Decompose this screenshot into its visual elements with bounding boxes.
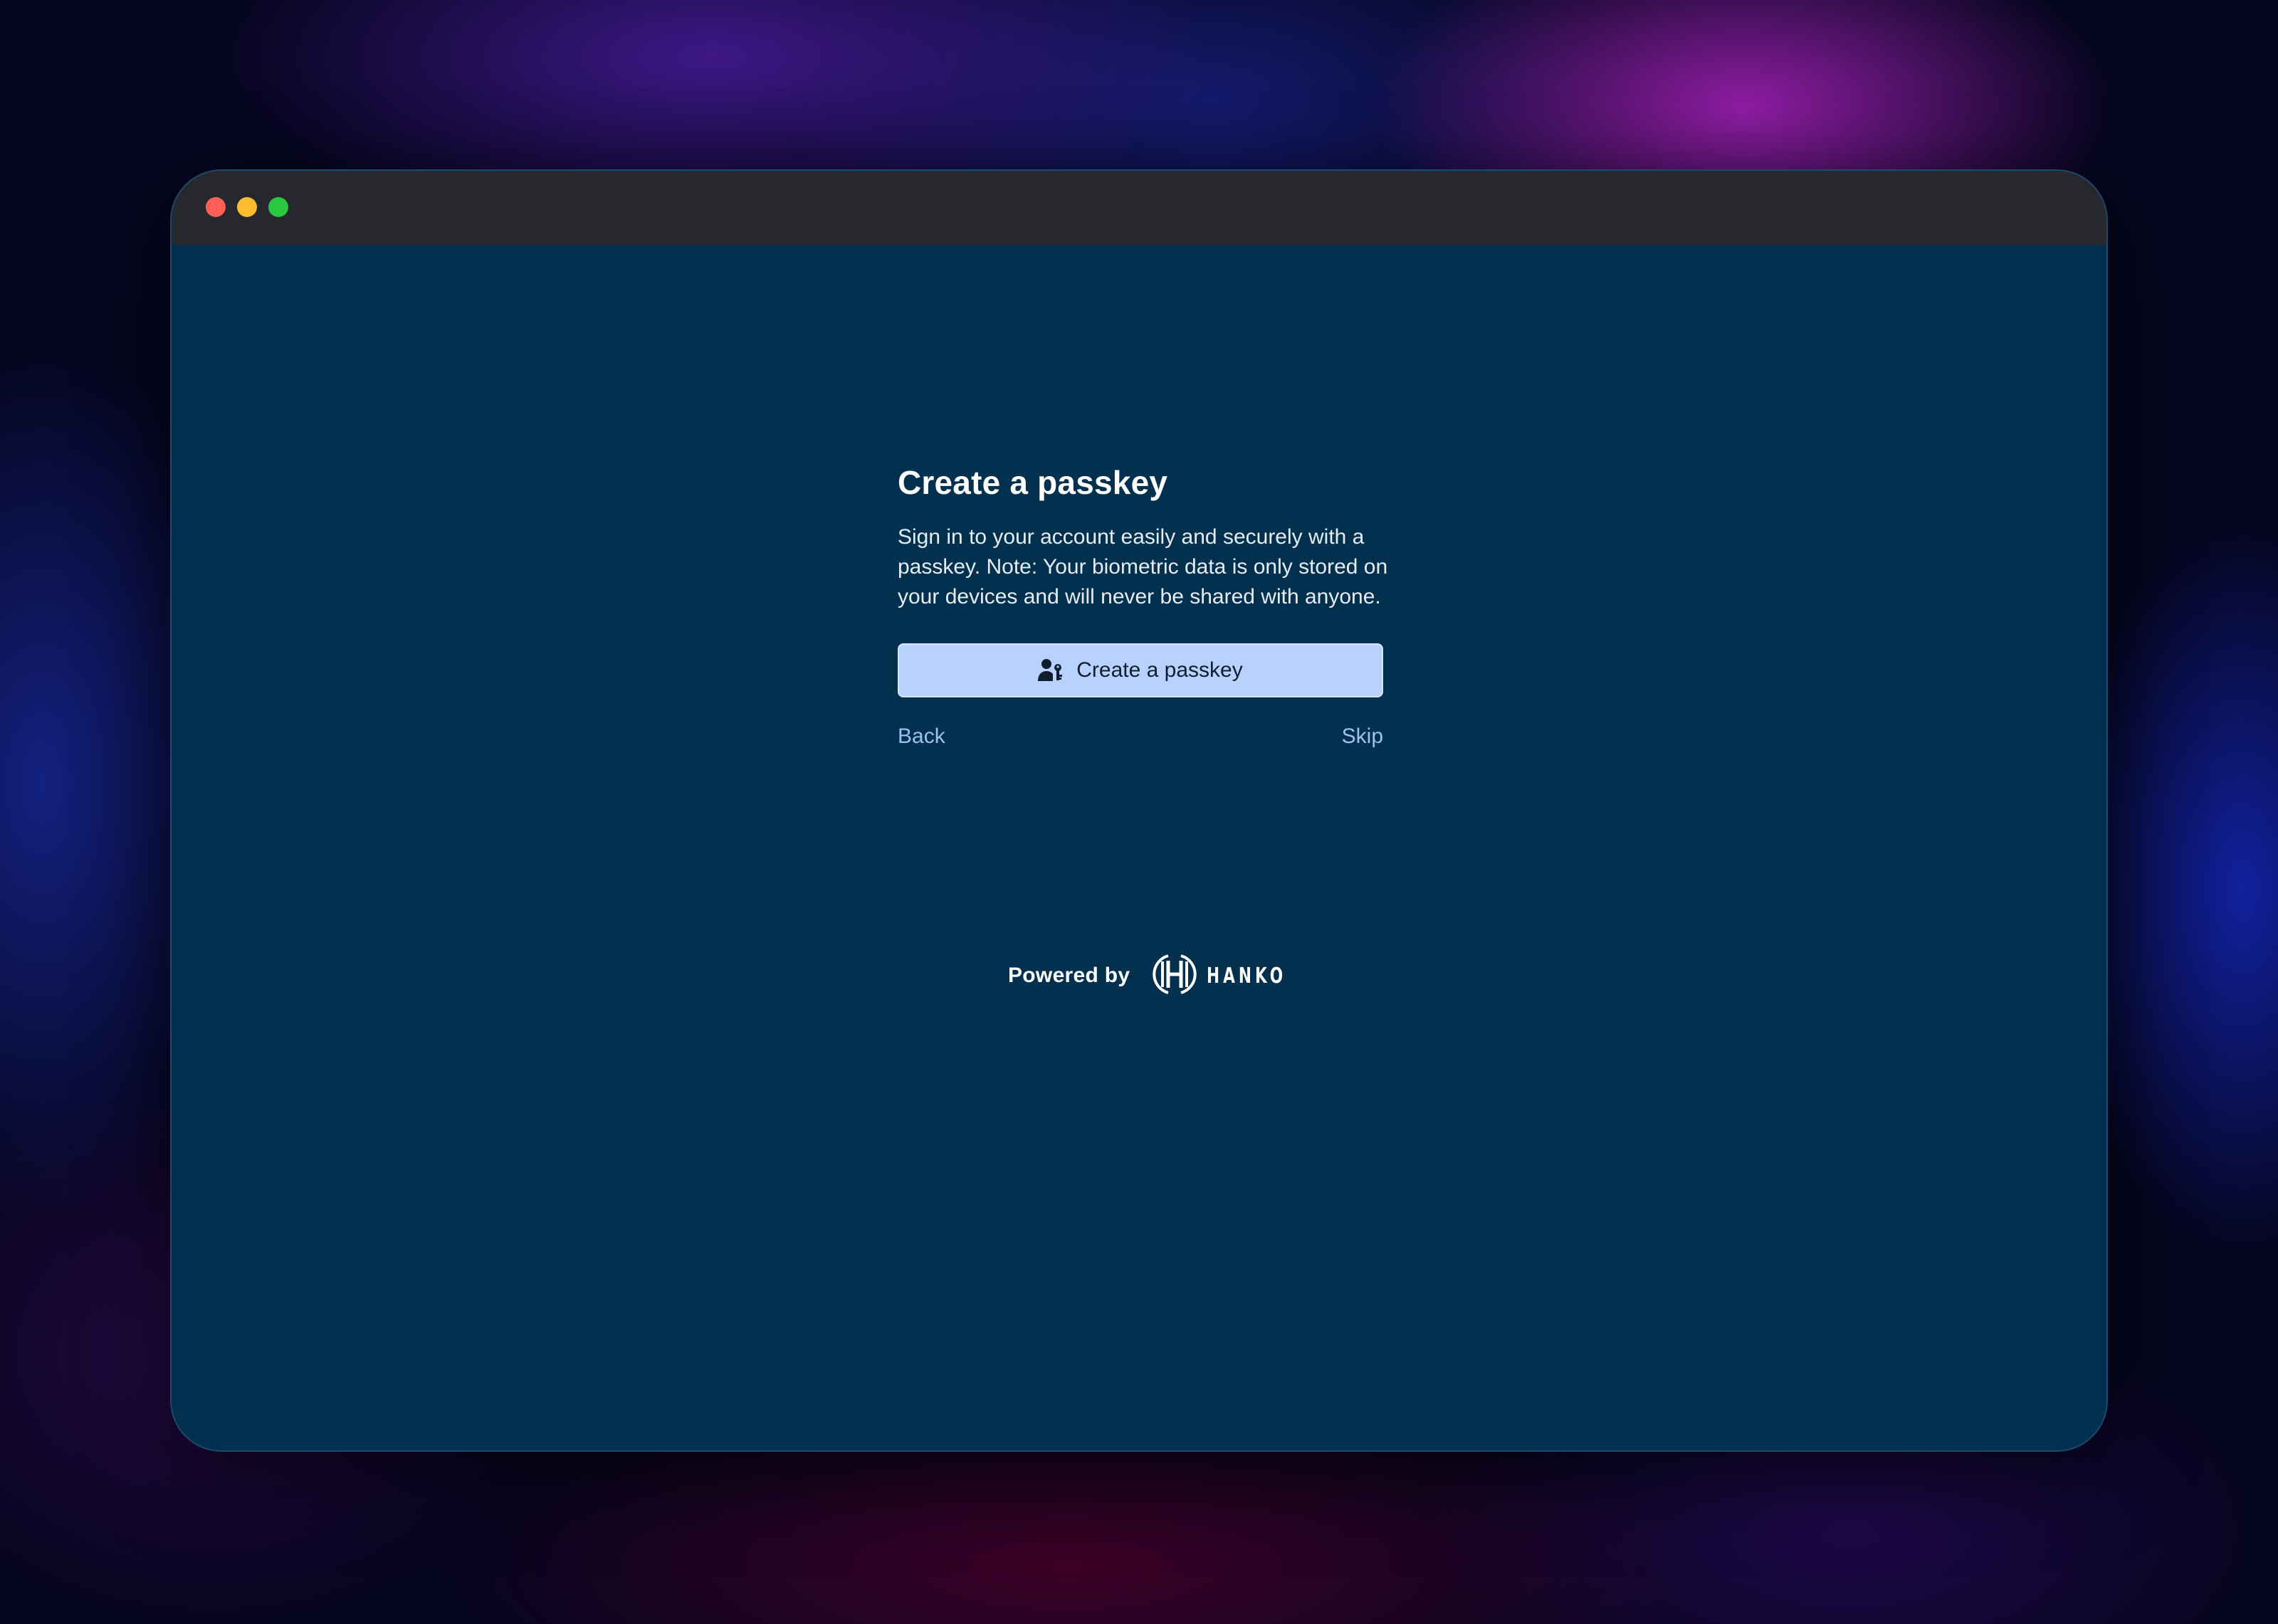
app-window: Create a passkey Sign in to your account…	[170, 169, 2108, 1452]
window-titlebar	[172, 171, 2106, 245]
back-link[interactable]: Back	[898, 724, 945, 749]
user-key-icon	[1038, 658, 1064, 682]
skip-link[interactable]: Skip	[1342, 724, 1383, 749]
passkey-card: Create a passkey Sign in to your account…	[898, 461, 1387, 749]
close-window-icon[interactable]	[206, 197, 226, 217]
page-title: Create a passkey	[898, 464, 1168, 501]
hanko-logo-icon	[1153, 951, 1197, 1001]
powered-by-label: Powered by	[1008, 964, 1130, 987]
hanko-wordmark: HANKO	[1207, 963, 1287, 988]
maximize-window-icon[interactable]	[268, 197, 288, 217]
desktop-background: { "window": { "traffic_lights": [ {"name…	[0, 0, 2278, 1624]
powered-by-footer: Powered by HANKO	[1008, 951, 1286, 1000]
navigation-links: Back Skip	[898, 724, 1383, 749]
hanko-logo[interactable]: HANKO	[1153, 951, 1286, 1001]
passkey-description: Sign in to your account easily and secur…	[898, 525, 1388, 608]
create-passkey-button[interactable]: Create a passkey	[898, 643, 1383, 697]
minimize-window-icon[interactable]	[237, 197, 257, 217]
create-passkey-button-label: Create a passkey	[1076, 658, 1243, 682]
